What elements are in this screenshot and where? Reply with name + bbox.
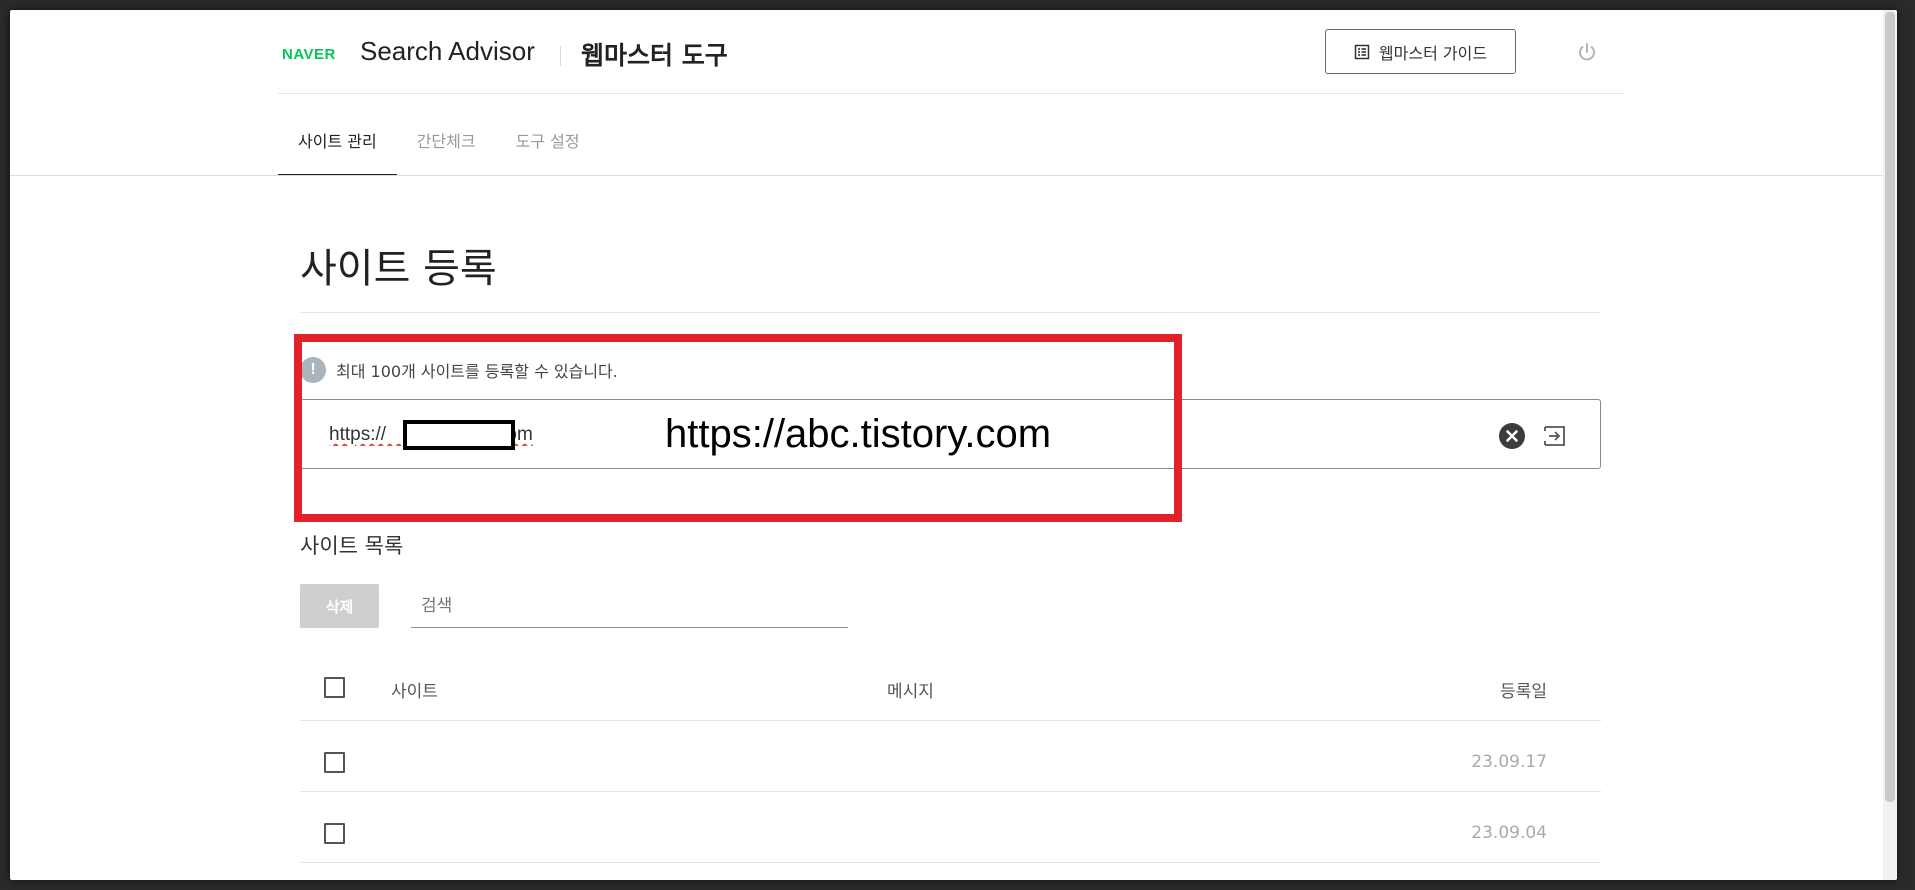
title-divider	[300, 312, 1601, 313]
row-date: 23.09.17	[1471, 752, 1547, 772]
scrollbar-thumb[interactable]	[1885, 12, 1895, 802]
power-icon[interactable]	[1575, 40, 1599, 64]
highlight-annotation-box	[294, 334, 1182, 522]
scrollbar[interactable]	[1883, 10, 1897, 880]
column-header-message: 메시지	[887, 682, 934, 702]
select-all-checkbox[interactable]	[324, 677, 345, 698]
search-input[interactable]	[411, 584, 848, 628]
app-window: NAVER Search Advisor 웹마스터 도구 웹마스터 가이드 사이…	[10, 10, 1897, 880]
tabs-divider	[10, 175, 1897, 176]
webmaster-guide-button[interactable]: 웹마스터 가이드	[1325, 29, 1516, 74]
tool-name: 웹마스터 도구	[581, 41, 728, 70]
row-checkbox[interactable]	[324, 752, 345, 773]
guide-button-label: 웹마스터 가이드	[1378, 43, 1488, 63]
table-row[interactable]: 23.09.04	[300, 792, 1601, 863]
column-header-site: 사이트	[391, 682, 438, 702]
product-name[interactable]: Search Advisor	[360, 36, 535, 67]
tab-tool-settings[interactable]: 도구 설정	[496, 106, 600, 176]
tab-simple-check[interactable]: 간단체크	[397, 106, 496, 176]
row-checkbox[interactable]	[324, 823, 345, 844]
column-header-date: 등록일	[1500, 682, 1547, 702]
table-row[interactable]: 23.09.17	[300, 721, 1601, 792]
table-header-row: 사이트 메시지 등록일	[300, 650, 1601, 721]
header: NAVER Search Advisor 웹마스터 도구 웹마스터 가이드	[278, 10, 1625, 94]
naver-logo[interactable]: NAVER	[282, 46, 336, 63]
page-title: 사이트 등록	[300, 246, 497, 292]
site-list-title: 사이트 목록	[300, 534, 404, 558]
delete-button[interactable]: 삭제	[300, 584, 379, 628]
tab-bar: 사이트 관리 간단체크 도구 설정	[278, 106, 600, 176]
enter-arrow-icon[interactable]	[1541, 422, 1569, 450]
tab-site-management[interactable]: 사이트 관리	[278, 106, 397, 176]
site-table: 사이트 메시지 등록일 23.09.17 23.09.04	[300, 650, 1601, 863]
close-circle-icon[interactable]	[1499, 423, 1525, 449]
row-date: 23.09.04	[1471, 823, 1547, 843]
book-list-icon	[1354, 44, 1370, 60]
header-divider	[560, 46, 561, 66]
